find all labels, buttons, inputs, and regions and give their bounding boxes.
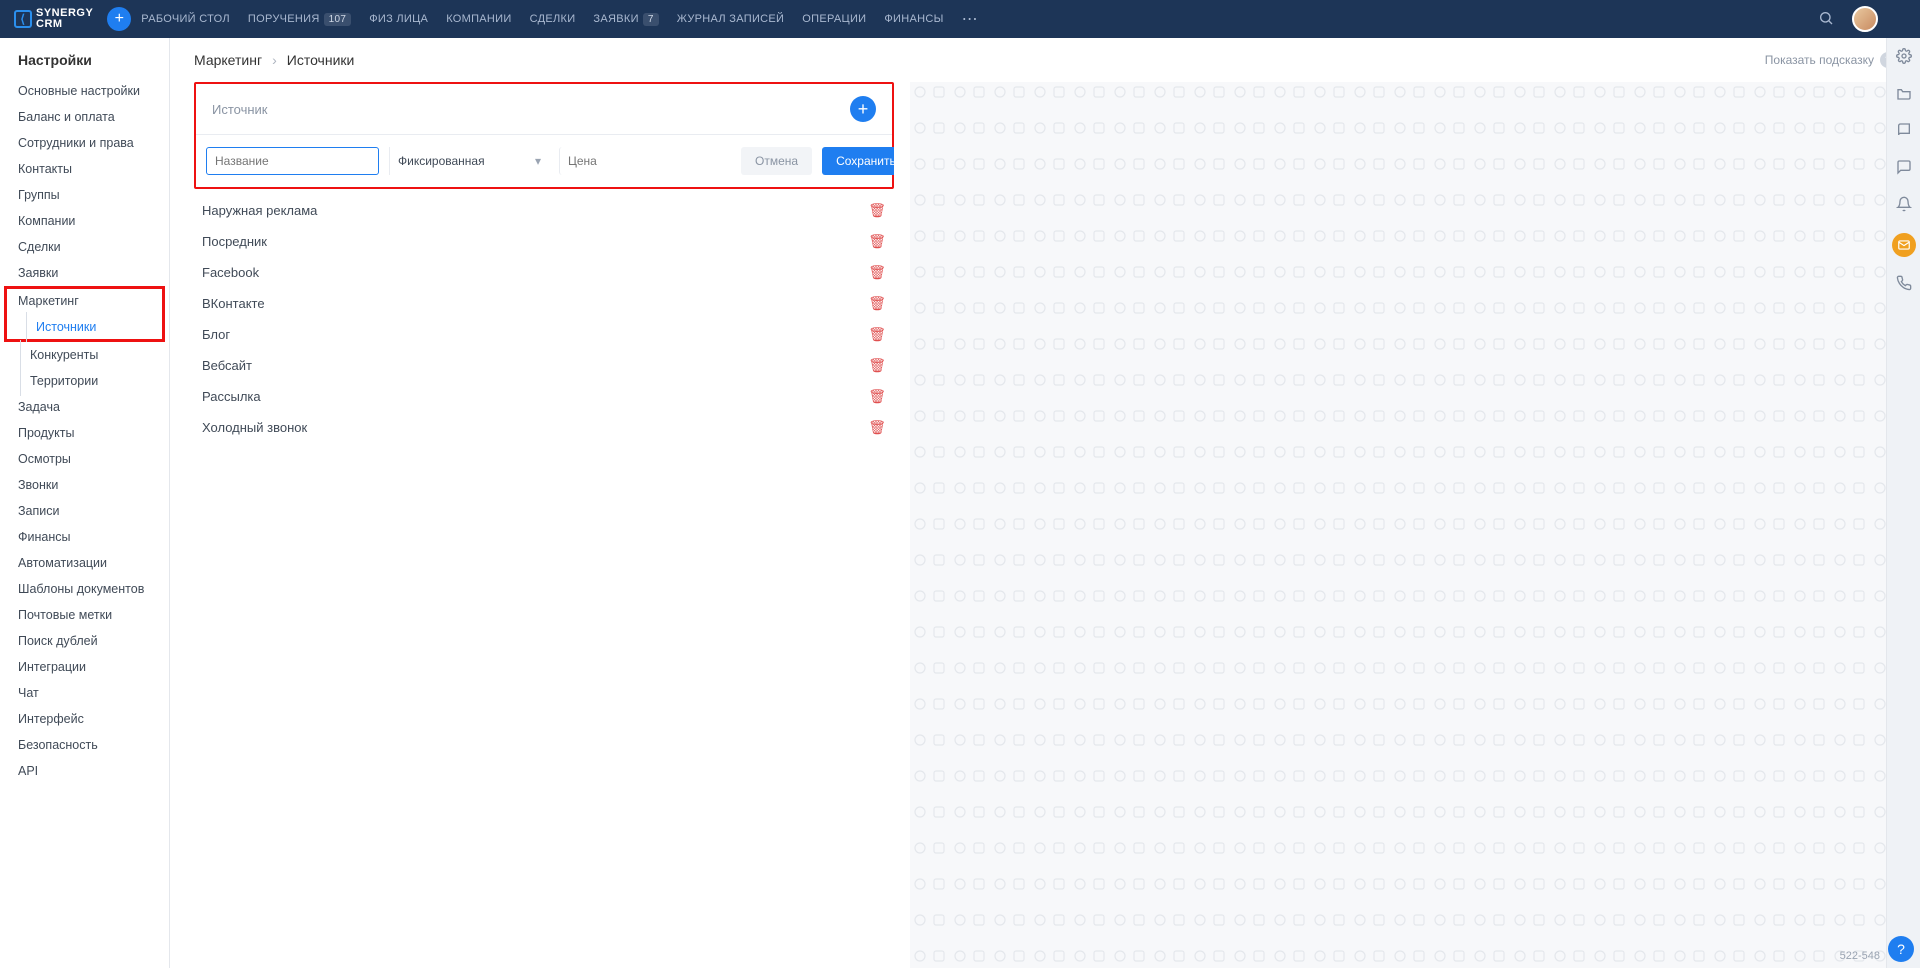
sb-marketing-territory[interactable]: Территории (0, 368, 169, 394)
folder-icon[interactable] (1896, 85, 1912, 104)
nav-desktop[interactable]: РАБОЧИЙ СТОЛ (141, 13, 230, 25)
trash-icon[interactable]: 🗑 (868, 388, 886, 405)
source-price-input[interactable] (559, 147, 731, 175)
save-button[interactable]: Сохранить (822, 147, 894, 175)
sb-inspections[interactable]: Осмотры (0, 446, 169, 472)
sb-calls[interactable]: Звонки (0, 472, 169, 498)
build-label: 522-548 (1840, 950, 1880, 962)
breadcrumb-root[interactable]: Маркетинг (194, 52, 262, 68)
sidebar-title: Настройки (0, 38, 169, 78)
sb-security[interactable]: Безопасность (0, 732, 169, 758)
right-rail (1886, 38, 1920, 968)
brand-mark-icon: ⟨ (14, 10, 32, 28)
sources-card: Источник + Фиксированная ▾ Отмена Сохран (194, 82, 894, 968)
nav-companies[interactable]: КОМПАНИИ (446, 13, 511, 25)
source-name-input[interactable] (206, 147, 379, 175)
sb-contacts[interactable]: Контакты (0, 156, 169, 182)
breadcrumb-leaf: Источники (287, 52, 355, 68)
sb-marketing-competitors[interactable]: Конкуренты (0, 342, 169, 368)
source-row[interactable]: Посредник🗑 (194, 226, 894, 257)
source-row[interactable]: Вебсайт🗑 (194, 350, 894, 381)
trash-icon[interactable]: 🗑 (868, 202, 886, 219)
hint-label: Показать подсказку (1765, 53, 1874, 67)
source-row[interactable]: Наружная реклама🗑 (194, 195, 894, 226)
sb-mail-labels[interactable]: Почтовые метки (0, 602, 169, 628)
sb-products[interactable]: Продукты (0, 420, 169, 446)
help-fab[interactable]: ? (1888, 936, 1914, 962)
sb-doc-templates[interactable]: Шаблоны документов (0, 576, 169, 602)
cancel-button[interactable]: Отмена (741, 147, 812, 175)
nav-deals[interactable]: СДЕЛКИ (530, 13, 576, 25)
sb-marketing[interactable]: Маркетинг (6, 288, 163, 314)
source-row[interactable]: Facebook🗑 (194, 257, 894, 288)
nav-finance[interactable]: ФИНАНСЫ (884, 13, 943, 25)
sb-interface[interactable]: Интерфейс (0, 706, 169, 732)
sb-deals[interactable]: Сделки (0, 234, 169, 260)
new-source-form: Фиксированная ▾ Отмена Сохранить (196, 135, 892, 187)
sb-main-settings[interactable]: Основные настройки (0, 78, 169, 104)
top-nav: РАБОЧИЙ СТОЛ ПОРУЧЕНИЯ107 ФИЗ ЛИЦА КОМПА… (141, 9, 978, 29)
source-row[interactable]: Холодный звонок🗑 (194, 412, 894, 443)
settings-sidebar: Настройки Основные настройки Баланс и оп… (0, 38, 170, 968)
sb-requests[interactable]: Заявки (0, 260, 169, 286)
top-right (1818, 6, 1920, 32)
brand-logo[interactable]: ⟨ SYNERGY CRM (0, 8, 107, 30)
nav-tasks[interactable]: ПОРУЧЕНИЯ107 (248, 13, 351, 25)
bell-icon[interactable] (1896, 196, 1912, 215)
nav-tasks-badge: 107 (324, 13, 352, 26)
sb-automation[interactable]: Автоматизации (0, 550, 169, 576)
chevron-down-icon: ▾ (535, 154, 541, 168)
nav-journal[interactable]: ЖУРНАЛ ЗАПИСЕЙ (677, 13, 785, 25)
nav-persons[interactable]: ФИЗ ЛИЦА (369, 13, 428, 25)
sb-finance[interactable]: Финансы (0, 524, 169, 550)
search-icon[interactable] (1818, 10, 1834, 29)
nav-requests-badge: 7 (643, 13, 659, 26)
sb-balance[interactable]: Баланс и оплата (0, 104, 169, 130)
trash-icon[interactable]: 🗑 (868, 233, 886, 250)
sb-task[interactable]: Задача (0, 394, 169, 420)
sb-groups[interactable]: Группы (0, 182, 169, 208)
book-icon[interactable] (1896, 122, 1912, 141)
phone-icon[interactable] (1896, 275, 1912, 294)
sb-marketing-sources[interactable]: Источники (6, 314, 163, 340)
trash-icon[interactable]: 🗑 (868, 419, 886, 436)
source-type-select[interactable]: Фиксированная ▾ (389, 147, 549, 175)
source-row[interactable]: Рассылка🗑 (194, 381, 894, 412)
trash-icon[interactable]: 🗑 (868, 264, 886, 281)
trash-icon[interactable]: 🗑 (868, 357, 886, 374)
empty-pattern-area (910, 82, 1896, 968)
sb-dupe-search[interactable]: Поиск дублей (0, 628, 169, 654)
top-bar: ⟨ SYNERGY CRM + РАБОЧИЙ СТОЛ ПОРУЧЕНИЯ10… (0, 0, 1920, 38)
source-row[interactable]: ВКонтакте🗑 (194, 288, 894, 319)
brand-line2: CRM (36, 18, 63, 30)
avatar[interactable] (1852, 6, 1878, 32)
gear-icon[interactable] (1896, 48, 1912, 67)
sb-api[interactable]: API (0, 758, 169, 784)
sources-list: Наружная реклама🗑 Посредник🗑 Facebook🗑 В… (194, 189, 894, 449)
sb-staff[interactable]: Сотрудники и права (0, 130, 169, 156)
trash-icon[interactable]: 🗑 (868, 295, 886, 312)
sb-companies[interactable]: Компании (0, 208, 169, 234)
select-value: Фиксированная (398, 154, 485, 168)
trash-icon[interactable]: 🗑 (868, 326, 886, 343)
chat-icon[interactable] (1896, 159, 1912, 178)
card-title: Источник (212, 102, 268, 117)
sb-integrations[interactable]: Интеграции (0, 654, 169, 680)
sb-records[interactable]: Записи (0, 498, 169, 524)
sb-chat[interactable]: Чат (0, 680, 169, 706)
mail-icon[interactable] (1892, 233, 1916, 257)
nav-more-icon[interactable]: ⋯ (962, 9, 978, 29)
add-source-button[interactable]: + (850, 96, 876, 122)
breadcrumb: Маркетинг › Источники (194, 52, 354, 68)
source-row[interactable]: Блог🗑 (194, 319, 894, 350)
chevron-right-icon: › (272, 52, 277, 68)
highlighted-form-area: Источник + Фиксированная ▾ Отмена Сохран (194, 82, 894, 189)
nav-operations[interactable]: ОПЕРАЦИИ (802, 13, 866, 25)
global-add-button[interactable]: + (107, 7, 131, 31)
nav-requests[interactable]: ЗАЯВКИ7 (593, 13, 658, 25)
show-hint-button[interactable]: Показать подсказку ? (1765, 52, 1896, 68)
